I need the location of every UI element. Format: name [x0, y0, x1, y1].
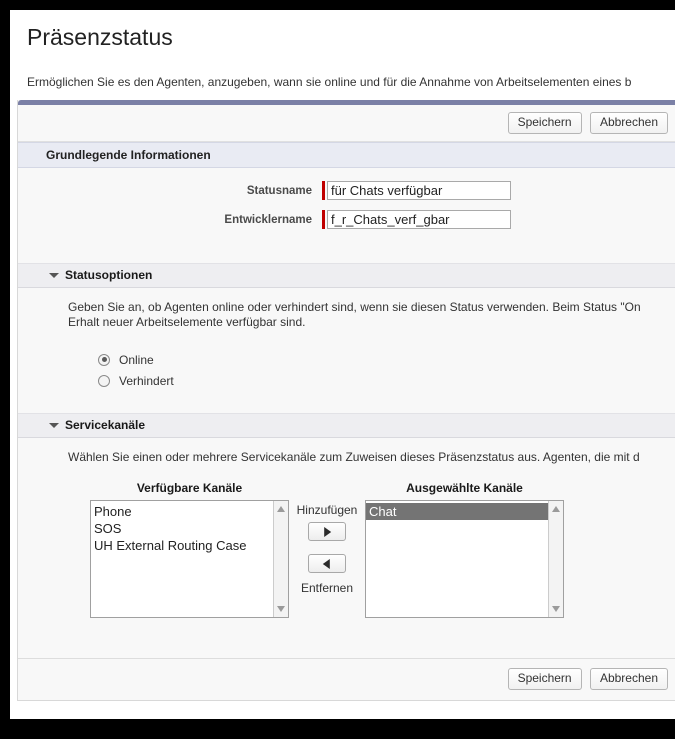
status-options-description-line1: Geben Sie an, ob Agenten online oder ver… [68, 300, 641, 314]
screen-frame: Präsenzstatus Ermöglichen Sie es den Age… [0, 0, 675, 739]
selected-channels-title: Ausgewählte Kanäle [406, 481, 523, 495]
service-channels-header[interactable]: Servicekanäle [18, 413, 675, 438]
available-channels-scrollbar[interactable] [273, 501, 288, 617]
available-channels-listbox[interactable]: Phone SOS UH External Routing Case [90, 500, 289, 618]
save-button-top[interactable]: Speichern [507, 112, 582, 134]
radio-online-label: Online [119, 352, 154, 367]
selected-channels-listbox[interactable]: Chat [365, 500, 564, 618]
picker-controls: Hinzufügen Entfernen [289, 481, 365, 595]
available-channels-list: Phone SOS UH External Routing Case [91, 501, 288, 554]
selected-channels-scrollbar[interactable] [548, 501, 563, 617]
service-channels-section: Servicekanäle Wählen Sie einen oder mehr… [18, 413, 675, 658]
arrow-left-icon [322, 558, 330, 569]
selected-channels-column: Ausgewählte Kanäle Chat [365, 481, 564, 618]
status-options-header[interactable]: Statusoptionen [18, 263, 675, 288]
statusname-input[interactable] [327, 181, 511, 200]
status-options-body: Geben Sie an, ob Agenten online oder ver… [18, 288, 675, 391]
radio-verhindert-label: Verhindert [119, 373, 174, 388]
presence-status-form-panel: Speichern Abbrechen Grundlegende Informa… [17, 100, 675, 701]
status-options-description-line2: Erhalt neuer Arbeitselemente verfügbar s… [68, 315, 306, 329]
save-button-bottom[interactable]: Speichern [507, 668, 582, 690]
status-options-description: Geben Sie an, ob Agenten online oder ver… [68, 300, 675, 330]
page-description: Ermöglichen Sie es den Agenten, anzugebe… [27, 75, 632, 89]
picker-bottom-spacer [18, 618, 675, 658]
selected-channels-list: Chat [366, 501, 563, 520]
channel-dual-list-picker: Verfügbare Kanäle Phone SOS UH External … [90, 481, 675, 618]
page-canvas: Präsenzstatus Ermöglichen Sie es den Age… [10, 10, 675, 719]
required-marker-developername [322, 210, 325, 229]
triangle-down-icon[interactable] [552, 606, 560, 612]
add-label: Hinzufügen [296, 503, 358, 517]
form-actions-bottom: Speichern Abbrechen [18, 658, 675, 700]
cancel-button-bottom[interactable]: Abbrechen [589, 668, 668, 690]
add-channel-button[interactable] [308, 522, 346, 541]
page-title: Präsenzstatus [27, 24, 173, 50]
service-channels-body: Wählen Sie einen oder mehrere Servicekan… [18, 438, 675, 658]
radio-online[interactable] [98, 353, 110, 366]
basic-info-header: Grundlegende Informationen [18, 142, 675, 168]
status-options-radio-group: Online Verhindert [98, 349, 675, 391]
available-channels-title: Verfügbare Kanäle [136, 481, 243, 495]
cancel-button-top[interactable]: Abbrechen [589, 112, 668, 134]
list-item[interactable]: UH External Routing Case [91, 537, 288, 554]
triangle-up-icon[interactable] [277, 506, 285, 512]
chevron-down-icon [49, 423, 59, 428]
triangle-up-icon[interactable] [552, 506, 560, 512]
service-channels-description: Wählen Sie einen oder mehrere Servicekan… [68, 450, 640, 464]
radio-verhindert[interactable] [98, 374, 110, 387]
service-channels-header-label: Servicekanäle [65, 418, 146, 432]
developername-input[interactable] [327, 210, 511, 229]
form-actions-top: Speichern Abbrechen [18, 105, 675, 142]
remove-channel-button[interactable] [308, 554, 346, 573]
statusname-input-wrap [322, 181, 511, 200]
arrow-right-icon [324, 526, 332, 537]
list-item[interactable]: Phone [91, 503, 288, 520]
status-options-header-label: Statusoptionen [65, 268, 153, 282]
chevron-down-icon [49, 273, 59, 278]
radio-row-verhindert[interactable]: Verhindert [98, 370, 675, 391]
field-row-statusname: Statusname [18, 181, 675, 200]
remove-label: Entfernen [300, 581, 354, 595]
field-row-developername: Entwicklername [18, 210, 675, 229]
radio-row-online[interactable]: Online [98, 349, 675, 370]
status-options-section: Statusoptionen Geben Sie an, ob Agenten … [18, 263, 675, 391]
list-item[interactable]: Chat [366, 503, 563, 520]
developername-input-wrap [322, 210, 511, 229]
triangle-down-icon[interactable] [277, 606, 285, 612]
developername-label: Entwicklername [224, 213, 312, 226]
statusname-label: Statusname [246, 184, 312, 197]
basic-info-fields: Statusname Entwicklername [18, 168, 675, 243]
list-item[interactable]: SOS [91, 520, 288, 537]
required-marker-statusname [322, 181, 325, 200]
available-channels-column: Verfügbare Kanäle Phone SOS UH External … [90, 481, 289, 618]
